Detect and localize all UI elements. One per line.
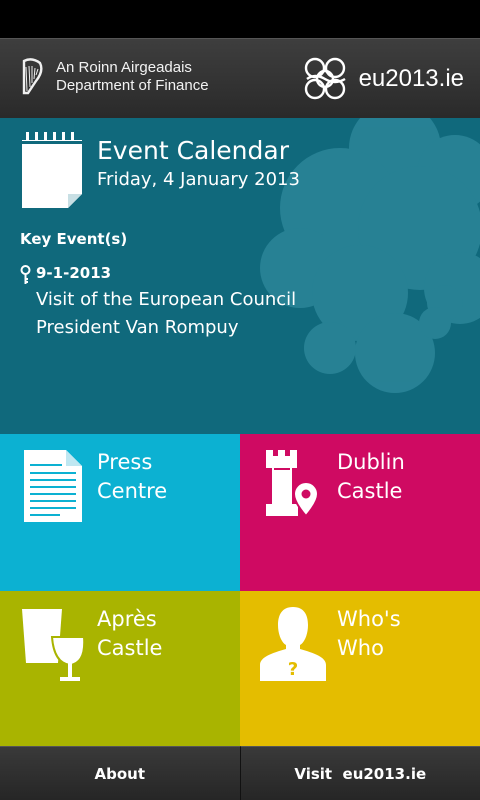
calendar-icon [22, 132, 82, 208]
press-centre-label-line1: Press [97, 450, 153, 474]
dublin-castle-label: Dublin Castle [337, 448, 405, 506]
department-name-english: Department of Finance [56, 77, 209, 94]
visit-eu2013-button[interactable]: Visit eu2013.ie [239, 746, 480, 800]
whos-who-label-line2: Who [337, 636, 384, 660]
event-description-line2: President Van Rompuy [36, 317, 239, 338]
event-date: 9-1-2013 [36, 264, 112, 282]
press-centre-label: Press Centre [97, 448, 167, 506]
key-events-label: Key Event(s) [20, 230, 128, 248]
department-name: An Roinn Airgeadais Department of Financ… [56, 59, 209, 95]
key-icon [20, 265, 31, 284]
event-calendar-title: Event Calendar [97, 136, 289, 165]
whos-who-label: Who's Who [337, 605, 401, 663]
castle-location-icon [266, 450, 320, 518]
event-description-line1: Visit of the European Council [36, 289, 297, 310]
eu-presidency-logo: eu2013.ie [301, 55, 464, 103]
svg-text:?: ? [288, 659, 298, 680]
dublin-castle-tile[interactable]: Dublin Castle [240, 434, 480, 591]
dublin-castle-label-line2: Castle [337, 479, 403, 503]
whos-who-tile[interactable]: ? Who's Who [240, 591, 480, 746]
apres-castle-tile[interactable]: Après Castle [0, 591, 240, 746]
apres-castle-label-line2: Castle [97, 636, 163, 660]
press-centre-label-line2: Centre [97, 479, 168, 503]
status-bar [0, 0, 480, 38]
apres-castle-label: Après Castle [97, 605, 162, 663]
press-centre-tile[interactable]: Press Centre [0, 434, 240, 591]
eu-site-name: eu2013.ie [358, 65, 464, 92]
harp-icon [22, 58, 43, 95]
app-header: An Roinn Airgeadais Department of Financ… [0, 38, 480, 118]
whos-who-label-line1: Who's [337, 607, 401, 631]
eu-presidency-logo-icon [304, 57, 346, 100]
document-icon [24, 450, 82, 522]
about-button[interactable]: About [0, 746, 240, 800]
apres-castle-label-line1: Après [97, 607, 157, 631]
event-calendar-panel[interactable]: Event Calendar Friday, 4 January 2013 Ke… [0, 118, 480, 434]
current-date: Friday, 4 January 2013 [97, 169, 300, 190]
bottom-navigation: About Visit eu2013.ie [0, 746, 480, 800]
glasses-icon [22, 609, 86, 681]
person-question-icon: ? [260, 607, 326, 681]
department-name-irish: An Roinn Airgeadais [56, 59, 192, 76]
department-logo: An Roinn Airgeadais Department of Financ… [18, 57, 209, 97]
dublin-castle-label-line1: Dublin [337, 450, 405, 474]
